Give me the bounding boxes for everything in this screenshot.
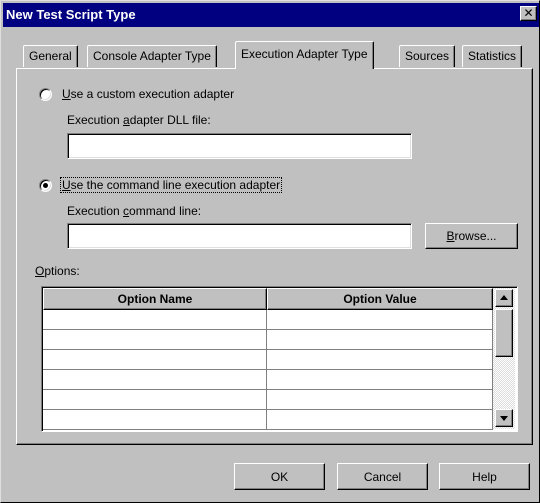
table-cell[interactable]: [43, 410, 267, 430]
scroll-thumb[interactable]: [495, 309, 513, 357]
help-button[interactable]: Help: [439, 463, 530, 490]
table-cell[interactable]: [43, 310, 267, 330]
custom-adapter-label[interactable]: Use a custom execution adapter: [62, 87, 234, 101]
dll-file-input[interactable]: [67, 133, 412, 159]
table-cell[interactable]: [43, 350, 267, 370]
column-header-option-name[interactable]: Option Name: [43, 288, 267, 310]
tab-statistics[interactable]: Statistics: [462, 45, 523, 67]
close-button[interactable]: ✕: [520, 6, 537, 21]
table-cell[interactable]: [43, 330, 267, 350]
arrow-down-icon: [500, 416, 508, 421]
arrow-up-icon: [500, 295, 508, 300]
cancel-button[interactable]: Cancel: [337, 463, 428, 490]
options-grid[interactable]: Option Name Option Value: [41, 286, 518, 432]
table-cell[interactable]: [43, 370, 267, 390]
table-cell[interactable]: [43, 390, 267, 410]
column-header-option-value[interactable]: Option Value: [267, 288, 493, 310]
cmd-line-label: Execution command line:: [67, 204, 202, 218]
cmd-line-input[interactable]: [67, 223, 412, 249]
custom-adapter-radio[interactable]: [39, 88, 52, 101]
tab-general[interactable]: General: [23, 45, 78, 67]
ok-button[interactable]: OK: [234, 463, 325, 490]
table-cell[interactable]: [267, 330, 493, 350]
tab-execution-adapter-type[interactable]: Execution Adapter Type: [235, 41, 374, 69]
browse-button[interactable]: Browse...: [425, 223, 518, 249]
window-title: New Test Script Type: [6, 7, 136, 22]
table-cell[interactable]: [267, 370, 493, 390]
cmdline-adapter-label[interactable]: Use the command line execution adapter: [59, 177, 283, 193]
title-bar[interactable]: New Test Script Type ✕: [3, 3, 539, 27]
dll-file-label: Execution adapter DLL file:: [67, 113, 211, 127]
scroll-up-button[interactable]: [495, 289, 513, 307]
dialog-window: New Test Script Type ✕ General Console A…: [0, 0, 540, 503]
cmdline-adapter-radio[interactable]: [39, 179, 52, 192]
table-cell[interactable]: [267, 410, 493, 430]
vertical-scrollbar[interactable]: [493, 288, 515, 429]
radio-selected-dot: [43, 183, 48, 188]
tab-console-adapter-type[interactable]: Console Adapter Type: [87, 45, 217, 67]
scroll-down-button[interactable]: [495, 409, 513, 427]
table-cell[interactable]: [267, 310, 493, 330]
close-icon: ✕: [523, 6, 534, 20]
options-label: Options:: [35, 264, 80, 278]
tab-sources[interactable]: Sources: [399, 45, 456, 67]
table-cell[interactable]: [267, 390, 493, 410]
table-cell[interactable]: [267, 350, 493, 370]
